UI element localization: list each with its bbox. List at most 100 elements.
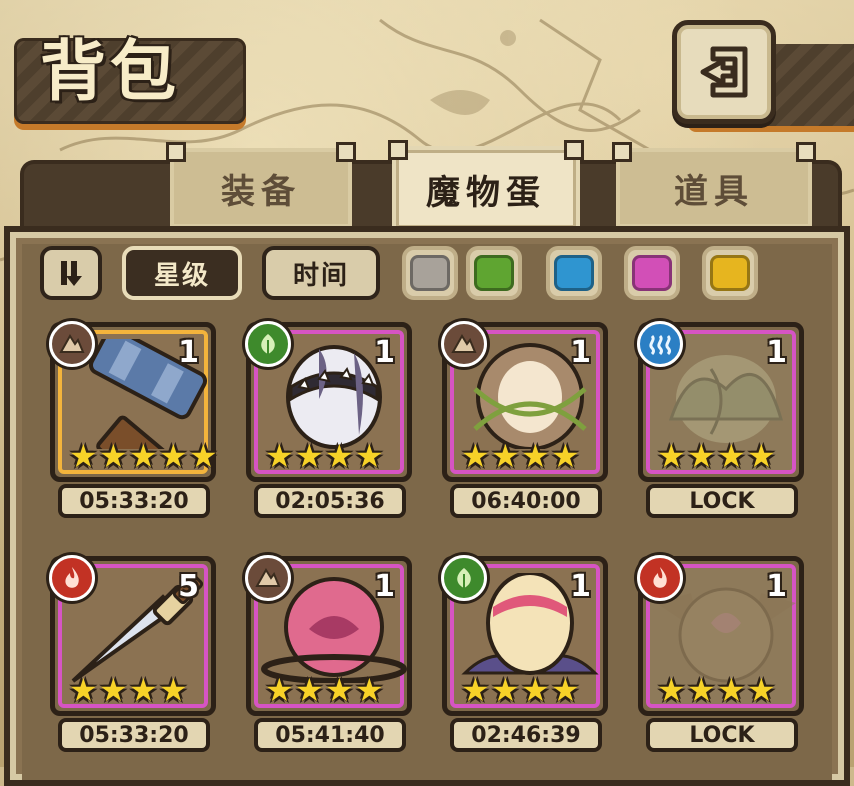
tab-equipment-label: 装备 [221,171,301,212]
fire-element-icon [637,555,683,601]
egg-card[interactable]: 1 ★ ★ ★ ★ LOCK [637,321,804,518]
sort-toggle-icon [61,261,82,286]
star-icon: ★ [265,671,294,709]
star-icon: ★ [717,437,746,475]
egg-card-frame: 1 ★ ★ ★ ★ [441,321,608,482]
item-count: 1 [374,569,395,604]
green-swatch [474,255,514,291]
star-icon: ★ [295,671,324,709]
hatch-timer: 06:40:00 [450,484,602,518]
sort-by-star-button[interactable]: 星级 [122,246,242,300]
star-icon: ★ [265,437,294,475]
star-icon: ★ [747,671,776,709]
egg-card[interactable]: 1 ★ ★ ★ ★ 02:46:39 [441,555,608,752]
star-rating: ★ ★ ★ ★ [657,437,777,475]
sort-by-time-button[interactable]: 时间 [262,246,380,300]
filter-blue-button[interactable] [546,246,602,300]
star-icon: ★ [747,437,776,475]
hatch-timer: 02:05:36 [254,484,406,518]
item-count: 1 [766,569,787,604]
lock-label: LOCK [646,718,798,752]
star-rating: ★ ★ ★ ★ [461,671,581,709]
egg-card[interactable]: 1 ★ ★ ★ ★ 05:41:40 [245,555,412,752]
star-icon: ★ [355,437,384,475]
filter-gray-button[interactable] [402,246,458,300]
star-rating: ★ ★ ★ ★ ★ [69,437,219,475]
lock-label: LOCK [646,484,798,518]
egg-card[interactable]: 1 ★ ★ ★ ★ LOCK [637,555,804,752]
filter-green-button[interactable] [466,246,522,300]
page-title: 背包 [40,32,180,110]
egg-card[interactable]: 5 ★ ★ ★ ★ 05:33:20 [49,555,216,752]
star-icon: ★ [491,671,520,709]
star-rating: ★ ★ ★ ★ [69,671,189,709]
earth-element-icon [49,321,95,367]
blue-swatch [554,255,594,291]
star-icon: ★ [687,671,716,709]
star-icon: ★ [159,671,188,709]
item-count: 1 [570,569,591,604]
item-count: 1 [178,335,199,370]
star-icon: ★ [325,437,354,475]
tab-monster-eggs[interactable]: 魔物蛋 [388,140,584,232]
hatch-timer: 05:33:20 [58,484,210,518]
filter-gold-button[interactable] [702,246,758,300]
egg-card-frame: 1 ★ ★ ★ ★ ★ [49,321,238,544]
star-rating: ★ ★ ★ ★ [461,437,581,475]
star-rating: ★ ★ ★ ★ [265,437,385,475]
tab-equipment[interactable]: 装备 [166,142,356,228]
star-icon: ★ [129,437,158,475]
star-icon: ★ [159,437,188,475]
item-count: 5 [178,569,199,604]
item-count: 1 [570,335,591,370]
egg-card[interactable]: 1 ★ ★ ★ ★ ★ 05:33:20 [49,321,238,544]
tab-monster-eggs-label: 魔物蛋 [426,172,546,213]
nature-element-icon [441,555,487,601]
star-icon: ★ [461,671,490,709]
earth-element-icon [245,555,291,601]
hatch-timer: 05:33:20 [58,718,210,752]
nature-element-icon [245,321,291,367]
star-icon: ★ [295,437,324,475]
egg-card-frame: 5 ★ ★ ★ ★ [49,555,216,716]
egg-card-frame: 1 ★ ★ ★ ★ [245,555,412,716]
star-icon: ★ [189,437,218,475]
earth-element-icon [441,321,487,367]
fire-element-icon [49,555,95,601]
star-icon: ★ [325,671,354,709]
star-icon: ★ [717,671,746,709]
star-icon: ★ [491,437,520,475]
star-icon: ★ [99,437,128,475]
egg-card-frame: 1 ★ ★ ★ ★ [637,555,804,716]
item-count: 1 [374,335,395,370]
gray-swatch [410,255,450,291]
back-button[interactable] [672,20,776,124]
egg-card[interactable]: 1 ★ ★ ★ ★ 02:05:36 [245,321,412,518]
star-icon: ★ [521,671,550,709]
star-icon: ★ [461,437,490,475]
star-icon: ★ [551,671,580,709]
egg-card-frame: 1 ★ ★ ★ ★ [245,321,412,482]
star-icon: ★ [521,437,550,475]
star-icon: ★ [657,437,686,475]
star-icon: ★ [99,671,128,709]
hatch-timer: 05:41:40 [254,718,406,752]
star-icon: ★ [551,437,580,475]
tab-items[interactable]: 道具 [612,142,816,228]
filter-pink-button[interactable] [624,246,680,300]
star-icon: ★ [69,671,98,709]
egg-card-frame: 1 ★ ★ ★ ★ [441,555,608,716]
egg-card[interactable]: 1 ★ ★ ★ ★ 06:40:00 [441,321,608,518]
back-arrow-icon [700,46,748,98]
sort-order-button[interactable] [40,246,102,300]
star-icon: ★ [657,671,686,709]
gold-swatch [710,255,750,291]
star-icon: ★ [129,671,158,709]
star-rating: ★ ★ ★ ★ [657,671,777,709]
star-icon: ★ [687,437,716,475]
egg-card-frame: 1 ★ ★ ★ ★ [637,321,804,482]
pink-swatch [632,255,672,291]
star-rating: ★ ★ ★ ★ [265,671,385,709]
tab-items-label: 道具 [674,171,754,212]
star-icon: ★ [355,671,384,709]
